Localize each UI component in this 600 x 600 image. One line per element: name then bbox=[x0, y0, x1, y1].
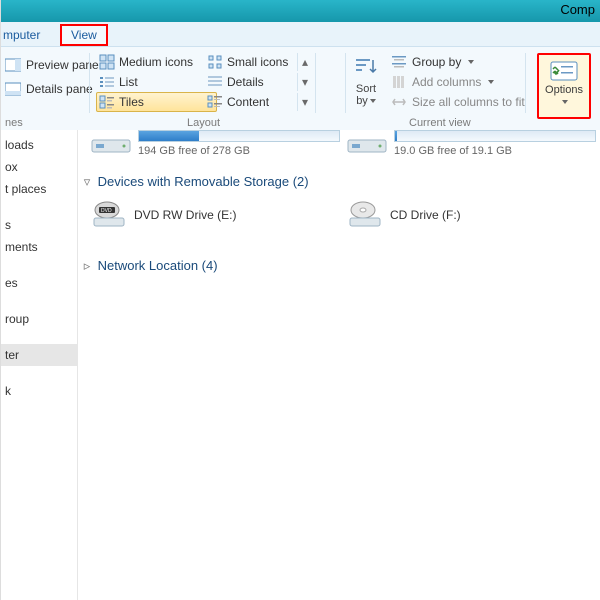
details-pane-icon bbox=[5, 81, 21, 97]
category-network[interactable]: ▹ Network Location (4) bbox=[82, 258, 218, 274]
details-pane-button[interactable]: Details pane bbox=[5, 79, 93, 99]
drive-free-text: 19.0 GB free of 19.1 GB bbox=[394, 145, 512, 157]
separator-2 bbox=[315, 53, 316, 113]
nav-item[interactable]: loads bbox=[1, 134, 77, 156]
nav-item[interactable]: t places bbox=[1, 178, 77, 200]
collapse-icon[interactable]: ▿ bbox=[82, 174, 92, 190]
ribbon-tabs: mputer View bbox=[1, 22, 600, 47]
expand-icon[interactable]: ▹ bbox=[82, 258, 92, 274]
category-removable[interactable]: ▿ Devices with Removable Storage (2) bbox=[82, 174, 309, 190]
content-pane: 194 GB free of 278 GB 19.0 GB free of 19… bbox=[78, 130, 600, 600]
separator-4 bbox=[525, 53, 526, 113]
layout-scroll-up[interactable]: ▴ bbox=[297, 53, 312, 71]
size-columns-icon bbox=[391, 94, 407, 110]
layout-scroll-down[interactable]: ▾ bbox=[297, 73, 312, 91]
nav-item[interactable]: roup bbox=[1, 308, 77, 330]
size-columns-button[interactable]: Size all columns to fit bbox=[391, 93, 525, 111]
drive-tile[interactable]: 194 GB free of 278 GB bbox=[90, 130, 340, 158]
options-button[interactable]: Options bbox=[537, 53, 591, 119]
sort-icon bbox=[353, 55, 379, 81]
titlebar: Comp bbox=[1, 0, 600, 22]
body: loads ox t places s ments es roup ter k bbox=[1, 130, 600, 600]
currentview-group-label: Current view bbox=[409, 117, 471, 129]
nav-item[interactable]: ox bbox=[1, 156, 77, 178]
panes-group-label: nes bbox=[5, 117, 23, 129]
layout-tiles[interactable]: Tiles bbox=[96, 92, 217, 112]
chevron-down-icon bbox=[562, 100, 568, 104]
device-cd[interactable]: CD Drive (F:) bbox=[346, 200, 566, 234]
group-by-icon bbox=[391, 54, 407, 70]
nav-item[interactable]: s bbox=[1, 214, 77, 236]
drive-tile[interactable]: 19.0 GB free of 19.1 GB bbox=[346, 130, 596, 158]
nav-item[interactable]: k bbox=[1, 380, 77, 402]
group-by-button[interactable]: Group by bbox=[391, 53, 474, 71]
ribbon: Preview pane Details pane nes Medium ico… bbox=[1, 47, 600, 132]
navigation-pane[interactable]: loads ox t places s ments es roup ter k bbox=[1, 130, 78, 600]
preview-pane-icon bbox=[5, 57, 21, 73]
list-icon bbox=[99, 74, 115, 90]
separator-3 bbox=[345, 53, 346, 113]
svg-text:DVD: DVD bbox=[101, 208, 112, 214]
drive-free-text: 194 GB free of 278 GB bbox=[138, 145, 250, 157]
content-icon bbox=[207, 94, 223, 110]
sort-by-button[interactable]: Sort by bbox=[351, 55, 381, 107]
explorer-window: Comp mputer View Preview pane Details pa… bbox=[0, 0, 600, 600]
tab-computer[interactable]: mputer bbox=[0, 25, 50, 45]
layout-medium-icons[interactable]: Medium icons bbox=[97, 53, 217, 71]
hdd-icon bbox=[346, 130, 388, 158]
tiles-icon bbox=[99, 94, 115, 110]
layout-group-label: Layout bbox=[187, 117, 220, 129]
window-title: Comp bbox=[560, 2, 595, 17]
chevron-down-icon bbox=[370, 99, 376, 103]
dvd-drive-icon: DVD bbox=[90, 200, 128, 230]
details-icon bbox=[207, 74, 223, 90]
chevron-down-icon bbox=[488, 80, 494, 84]
hdd-icon bbox=[90, 130, 132, 158]
layout-list[interactable]: List bbox=[97, 73, 217, 91]
layout-expand[interactable]: ▾ bbox=[297, 93, 312, 111]
tab-view[interactable]: View bbox=[61, 25, 107, 45]
chevron-down-icon bbox=[468, 60, 474, 64]
cd-drive-icon bbox=[346, 200, 384, 230]
add-columns-button[interactable]: Add columns bbox=[391, 73, 494, 91]
nav-item[interactable]: es bbox=[1, 272, 77, 294]
small-icons-icon bbox=[207, 54, 223, 70]
separator-1 bbox=[89, 53, 90, 113]
medium-icons-icon bbox=[99, 54, 115, 70]
storage-bar bbox=[394, 130, 596, 142]
device-dvd[interactable]: DVD DVD RW Drive (E:) bbox=[90, 200, 310, 234]
preview-pane-button[interactable]: Preview pane bbox=[5, 55, 99, 75]
options-icon bbox=[550, 61, 578, 81]
nav-item-computer[interactable]: ter bbox=[1, 344, 77, 366]
nav-item[interactable]: ments bbox=[1, 236, 77, 258]
storage-bar bbox=[138, 130, 340, 142]
add-columns-icon bbox=[391, 74, 407, 90]
